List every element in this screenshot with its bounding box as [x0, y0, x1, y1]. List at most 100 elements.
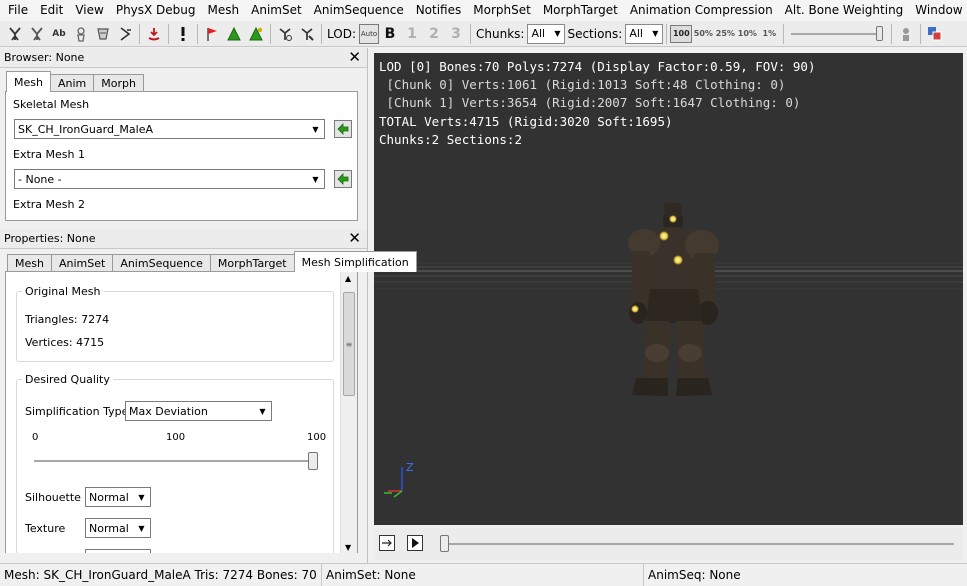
additional-select[interactable] [85, 549, 151, 553]
normals-icon[interactable] [143, 23, 165, 45]
menu-physx-debug[interactable]: PhysX Debug [110, 0, 202, 21]
axis-gizmo [384, 467, 403, 498]
tab-mesh[interactable]: Mesh [7, 254, 52, 272]
menu-notifies[interactable]: Notifies [410, 0, 468, 21]
menu-animation-compression[interactable]: Animation Compression [624, 0, 779, 21]
menu-animsequence[interactable]: AnimSequence [308, 0, 410, 21]
toolbar-separator [321, 23, 322, 44]
slider-max-label: 100 [307, 432, 327, 443]
tab-morphtarget[interactable]: MorphTarget [209, 254, 295, 272]
sections-select[interactable]: All ▼ [625, 23, 664, 44]
quality-slider-track [34, 460, 318, 462]
lod-auto-button[interactable]: Auto [359, 23, 379, 44]
menu-view[interactable]: View [69, 0, 109, 21]
simplification-type-value: Max Deviation [129, 404, 208, 418]
preview-100-button[interactable]: 100 [670, 24, 693, 43]
warning-icon[interactable] [172, 23, 194, 45]
menu-mesh[interactable]: Mesh [202, 0, 246, 21]
extra-mesh-1-label: Extra Mesh 1 [13, 148, 85, 161]
menu-window[interactable]: Window [909, 0, 967, 21]
original-mesh-group: Original Mesh Triangles: 7274 Vertices: … [16, 285, 334, 362]
skeletal-mesh-label: Skeletal Mesh [13, 98, 90, 111]
tab-mesh-simplification[interactable]: Mesh Simplification [293, 251, 417, 272]
texture-select[interactable]: Normal ▼ [85, 518, 151, 538]
preview-10-button[interactable]: 10% [736, 25, 758, 43]
3d-viewport[interactable]: Z LOD [0] Bones:70 Polys:7274 (Display F… [374, 53, 963, 525]
simplification-type-select[interactable]: Max Deviation ▼ [125, 401, 272, 421]
flag-icon[interactable] [201, 23, 223, 45]
toolbar-separator [139, 23, 140, 44]
chunks-sections-line: Chunks:2 Sections:2 [379, 131, 522, 147]
browser-title: Browser: None [4, 51, 85, 64]
lod-3-button[interactable]: 3 [445, 23, 467, 45]
mesh-display-icon[interactable] [92, 23, 114, 45]
menu-morphset[interactable]: MorphSet [467, 0, 537, 21]
toolbar-separator [666, 23, 668, 44]
scrollbar-thumb[interactable]: ≡ [343, 292, 355, 396]
scroll-down-icon[interactable]: ▼ [345, 543, 351, 552]
preview-50-button[interactable]: 50% [692, 25, 714, 43]
skeleton-icon[interactable] [4, 23, 26, 45]
character-mesh [628, 203, 719, 396]
play-button[interactable] [407, 535, 423, 551]
menu-file[interactable]: File [2, 0, 34, 21]
show-sockets-icon[interactable] [245, 23, 267, 45]
chevron-down-icon: ▼ [312, 124, 319, 134]
loop-button[interactable] [379, 535, 395, 551]
scroll-up-icon[interactable]: ▲ [345, 274, 351, 283]
cloth-icon[interactable] [274, 23, 296, 45]
menu-alt-bone-weighting[interactable]: Alt. Bone Weighting [779, 0, 910, 21]
preview-25-button[interactable]: 25% [714, 25, 736, 43]
cloth-tools-icon[interactable] [296, 23, 318, 45]
menu-morphtarget[interactable]: MorphTarget [537, 0, 624, 21]
close-icon[interactable]: ✕ [348, 231, 361, 246]
silhouette-select[interactable]: Normal ▼ [85, 487, 151, 507]
speed-slider-thumb[interactable] [876, 25, 884, 41]
close-icon[interactable]: ✕ [348, 50, 361, 65]
chevron-down-icon: ▼ [259, 406, 266, 416]
tab-animsequence[interactable]: AnimSequence [112, 254, 211, 272]
properties-title: Properties: None [4, 232, 96, 245]
properties-scrollbar[interactable]: ▲ ≡ ▼ [340, 272, 357, 553]
menu-animset[interactable]: AnimSet [245, 0, 308, 21]
arrow-right-icon [382, 539, 392, 547]
speed-slider[interactable] [791, 24, 885, 44]
silhouette-label: Silhouette [25, 491, 81, 504]
timeline-thumb[interactable] [440, 535, 449, 552]
preview-1-button[interactable]: 1% [758, 25, 780, 43]
tab-mesh[interactable]: Mesh [6, 71, 51, 92]
quality-slider-thumb[interactable] [308, 452, 318, 470]
properties-panel: Properties: None ✕ Mesh AnimSet AnimSequ… [0, 229, 417, 563]
use-selected-asset-button[interactable] [334, 120, 352, 138]
show-floor-icon[interactable] [223, 23, 245, 45]
timeline-slider[interactable] [440, 534, 954, 554]
tab-animset[interactable]: AnimSet [50, 254, 114, 272]
lod-base-button[interactable]: B [379, 23, 401, 45]
windows-layout-icon[interactable] [924, 23, 946, 45]
chunks-select[interactable]: All ▼ [527, 23, 566, 44]
wireframe-icon[interactable] [114, 23, 136, 45]
menu-edit[interactable]: Edit [34, 0, 69, 21]
skeletal-mesh-select[interactable]: SK_CH_IronGuard_MaleA ▼ [14, 119, 325, 139]
tab-morph[interactable]: Morph [93, 74, 144, 92]
lod-label: LOD: [327, 26, 356, 41]
chunk-1-stats-line: [Chunk 1] Verts:3654 (Rigid:2007 Soft:16… [379, 95, 801, 111]
arrow-left-icon [337, 123, 349, 135]
bone-influence-icon[interactable] [70, 23, 92, 45]
toolbar-separator [470, 23, 471, 44]
ghost-icon[interactable] [895, 23, 917, 45]
lod-1-button[interactable]: 1 [401, 23, 423, 45]
speed-slider-track [791, 32, 884, 35]
bone-name-label-button[interactable]: Ab [48, 23, 70, 45]
browser-panel: Browser: None ✕ Mesh Anim Morph Skeletal… [0, 48, 368, 229]
bone-names-icon[interactable] [26, 23, 48, 45]
tab-anim[interactable]: Anim [49, 74, 95, 92]
lod-2-button[interactable]: 2 [423, 23, 445, 45]
desired-quality-group: Desired Quality Simplification Type Max … [16, 373, 334, 553]
timeline-track [440, 543, 954, 545]
use-selected-asset-button-2[interactable] [334, 170, 352, 188]
skeletal-mesh-value: SK_CH_IronGuard_MaleA [18, 122, 154, 136]
quality-slider[interactable] [34, 451, 318, 471]
playback-controls [374, 528, 963, 560]
extra-mesh-1-select[interactable]: - None - ▼ [14, 169, 325, 189]
